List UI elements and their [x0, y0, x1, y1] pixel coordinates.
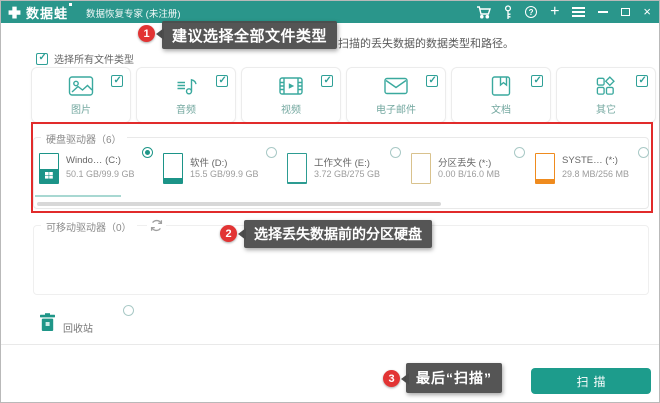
- app-title: 数据蛙: [26, 5, 69, 21]
- drive-icon: [411, 153, 431, 184]
- drive-name: 软件 (D:): [190, 158, 228, 169]
- file-type-card-audio[interactable]: 音频: [136, 67, 236, 123]
- file-type-card-images[interactable]: 图片: [31, 67, 131, 123]
- annotation-step-2-badge: 2: [220, 225, 237, 242]
- drive-fill: [40, 168, 58, 183]
- windows-logo-icon: [45, 172, 53, 179]
- instruction-text: 扫描的丢失数据的数据类型和路径。: [338, 38, 514, 50]
- titlebar: 数据蛙 数据恢复专家 (未注册) + ×: [1, 1, 659, 23]
- file-type-label: 其它: [596, 105, 616, 116]
- drive-radio[interactable]: [266, 147, 277, 158]
- drive-fill: [164, 178, 182, 183]
- recycle-bin-item[interactable]: 回收站: [39, 312, 93, 337]
- titlebar-buttons: + ×: [476, 1, 651, 23]
- select-all-label: 选择所有文件类型: [54, 55, 134, 66]
- drive-fill: [288, 182, 306, 183]
- cart-icon[interactable]: [476, 1, 492, 23]
- file-type-label: 音频: [176, 105, 196, 116]
- file-type-checkbox[interactable]: [321, 75, 333, 87]
- drive-item[interactable]: Windo… (C:) 50.1 GB/99.9 GB: [35, 147, 153, 197]
- drive-size: 0.00 B/16.0 MB: [438, 169, 501, 179]
- trademark-icon: [69, 3, 73, 6]
- drive-radio[interactable]: [142, 147, 153, 158]
- drive-size: 29.8 MB/256 MB: [562, 169, 630, 179]
- app-window: 数据蛙 数据恢复专家 (未注册) + × 扫描的丢失数据的数据类型和路径。: [0, 0, 660, 403]
- other-icon: [594, 75, 618, 102]
- maximize-icon[interactable]: [621, 1, 631, 23]
- file-type-card-email[interactable]: 电子邮件: [346, 67, 446, 123]
- drive-size: 15.5 GB/99.9 GB: [190, 169, 259, 179]
- key-icon[interactable]: [504, 1, 512, 23]
- file-type-card-video[interactable]: 视频: [241, 67, 341, 123]
- annotation-tooltip-1: 建议选择全部文件类型: [162, 21, 338, 49]
- recycle-bin-radio[interactable]: [123, 305, 134, 316]
- drive-item[interactable]: 工作文件 (E:) 3.72 GB/275 GB: [285, 147, 401, 193]
- drive-name: 分区丢失 (*:): [438, 158, 492, 169]
- menu-icon[interactable]: [572, 1, 586, 23]
- drive-list-scrollbar[interactable]: [37, 202, 441, 206]
- drive-radio[interactable]: [514, 147, 525, 158]
- file-type-label: 电子邮件: [376, 105, 416, 116]
- audio-icon: [173, 75, 199, 102]
- file-type-label: 文档: [491, 105, 511, 116]
- file-type-card-other[interactable]: 其它: [556, 67, 656, 123]
- plus-icon[interactable]: +: [550, 1, 559, 23]
- drive-item[interactable]: 分区丢失 (*:) 0.00 B/16.0 MB: [409, 147, 525, 193]
- drive-radio[interactable]: [390, 147, 401, 158]
- drive-icon: [39, 153, 59, 184]
- close-icon[interactable]: ×: [643, 1, 651, 23]
- scan-button[interactable]: 扫描: [531, 368, 651, 394]
- file-type-label: 视频: [281, 105, 301, 116]
- footer-divider: [1, 344, 659, 345]
- drive-size: 3.72 GB/275 GB: [314, 169, 381, 179]
- drive-list: Windo… (C:) 50.1 GB/99.9 GB 软件 (D:) 15.5…: [35, 147, 649, 197]
- file-type-checkbox[interactable]: [111, 75, 123, 87]
- trash-icon: [39, 312, 56, 337]
- image-icon: [68, 75, 94, 102]
- email-icon: [383, 75, 409, 102]
- annotation-tooltip-2: 选择丢失数据前的分区硬盘: [244, 220, 432, 248]
- file-type-checkbox[interactable]: [636, 75, 648, 87]
- annotation-step-1-badge: 1: [138, 25, 155, 42]
- file-type-checkbox[interactable]: [216, 75, 228, 87]
- drive-radio[interactable]: [638, 147, 649, 158]
- file-type-card-documents[interactable]: 文档: [451, 67, 551, 123]
- minimize-icon[interactable]: [598, 1, 609, 23]
- document-icon: [488, 75, 514, 102]
- file-type-cards: 图片 音频 视频 电子邮: [31, 67, 656, 123]
- hard-drive-group-title: 硬盘驱动器（6）: [41, 131, 127, 146]
- drive-item[interactable]: 软件 (D:) 15.5 GB/99.9 GB: [161, 147, 277, 193]
- drive-name: 工作文件 (E:): [314, 158, 370, 169]
- app-logo-icon: [7, 5, 22, 20]
- drive-name: Windo… (C:): [66, 155, 121, 166]
- select-all-file-types[interactable]: 选择所有文件类型: [36, 51, 134, 66]
- app-subtitle: 数据恢复专家 (未注册): [86, 8, 181, 20]
- drive-icon: [163, 153, 183, 184]
- drive-name: SYSTE… (*:): [562, 155, 618, 166]
- drive-fill: [536, 179, 554, 183]
- file-type-checkbox[interactable]: [531, 75, 543, 87]
- recycle-bin-label: 回收站: [63, 324, 93, 335]
- drive-size: 50.1 GB/99.9 GB: [66, 169, 135, 179]
- refresh-icon[interactable]: [147, 219, 166, 237]
- drive-icon: [535, 153, 555, 184]
- help-icon[interactable]: [525, 1, 538, 23]
- removable-group-title: 可移动驱动器（0）: [41, 219, 137, 234]
- annotation-tooltip-3: 最后“扫描”: [406, 363, 502, 393]
- file-type-label: 图片: [71, 105, 91, 116]
- select-all-checkbox[interactable]: [36, 52, 48, 65]
- drive-icon: [287, 153, 307, 184]
- drive-item[interactable]: SYSTE… (*:) 29.8 MB/256 MB: [533, 147, 649, 193]
- annotation-step-3-badge: 3: [383, 370, 400, 387]
- file-type-checkbox[interactable]: [426, 75, 438, 87]
- video-icon: [278, 75, 304, 102]
